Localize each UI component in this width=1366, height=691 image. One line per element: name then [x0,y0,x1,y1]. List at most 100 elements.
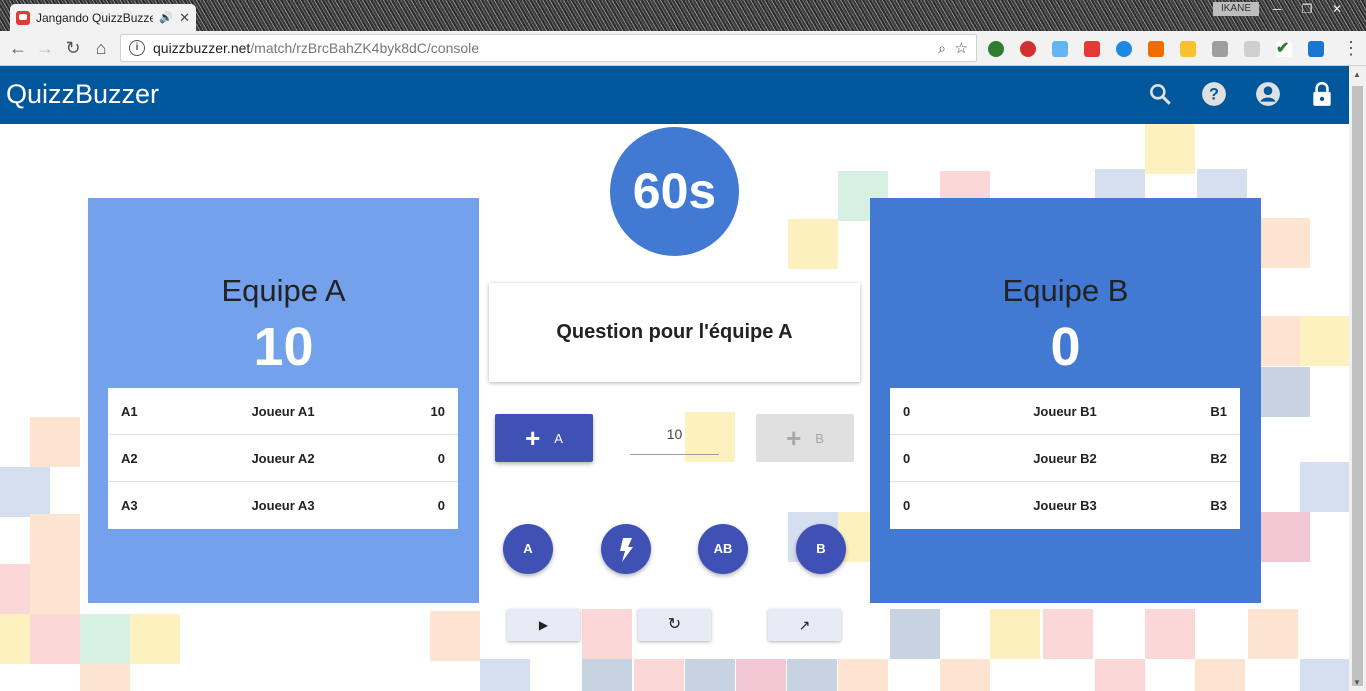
app-header: QuizzBuzzer ? [0,66,1349,124]
question-text: Question pour l'équipe A [556,321,793,343]
bg-tile [1195,659,1245,691]
player-points: 0 [903,450,911,466]
bg-tile [0,467,50,517]
team-b-name: Equipe B [1002,273,1129,308]
player-points: 0 [437,450,445,466]
bg-tile [990,609,1040,659]
forward-icon[interactable]: → [32,35,58,61]
buzz-team-a-button[interactable]: A [503,524,553,574]
lock-icon[interactable] [1309,81,1335,107]
home-icon[interactable]: ⌂ [88,35,114,61]
table-row[interactable]: A3 Joueur A3 0 [108,482,458,529]
bg-tile [1145,124,1195,174]
check-extension-icon[interactable]: ✔ [1276,41,1292,57]
table-row[interactable]: A2 Joueur A2 0 [108,435,458,482]
tab-audio-icon[interactable]: 🔊 [159,11,173,24]
profile-badge[interactable]: IKANE [1213,2,1259,16]
bg-tile [1095,659,1145,691]
player-points: 0 [903,498,911,513]
bg-tile [1260,512,1310,562]
scroll-up-icon[interactable]: ▲ [1353,70,1361,79]
scrollbar-thumb[interactable] [1352,86,1363,686]
buzz-team-b-button[interactable]: B [796,524,846,574]
record-extension-icon[interactable] [1084,41,1100,57]
minimize-icon[interactable]: ─ [1262,0,1292,18]
bookmark-star-icon[interactable]: ☆ [955,39,968,57]
bg-tile [1300,659,1349,691]
reload-icon[interactable]: ↻ [60,35,86,61]
table-row[interactable]: A1 Joueur A1 10 [108,388,458,435]
address-bar[interactable]: i quizzbuzzer.net/match/rzBrcBahZK4byk8d… [120,34,977,62]
bg-tile [787,659,837,691]
bg-tile [634,659,684,691]
window-titlebar: Jangando QuizzBuzzer 🔊 ✕ IKANE ─ ❐ ✕ [0,0,1366,31]
open-external-button[interactable]: ↗ [768,609,841,641]
bg-tile [1248,609,1298,659]
help-icon[interactable]: ? [1201,81,1227,107]
bg-tile [1043,609,1093,659]
password-extension-icon[interactable] [1180,41,1196,57]
account-icon[interactable] [1255,81,1281,107]
team-b-players-table: 0 Joueur B1 B1 0 Joueur B2 B2 0 Joueur B… [890,388,1240,529]
page-scrollbar[interactable]: ▲ ▼ [1349,66,1366,691]
extension-green-icon[interactable] [988,41,1004,57]
player-points: 0 [437,498,445,513]
bg-tile [1260,218,1310,268]
bg-tile [582,609,632,659]
bg-tile [80,614,130,664]
s-extension-icon[interactable] [1308,41,1324,57]
bg-tile [685,659,735,691]
console-content: Equipe A 10 A1 Joueur A1 10 A2 Joueur A2… [0,124,1349,691]
tab-close-icon[interactable]: ✕ [179,10,190,26]
close-window-icon[interactable]: ✕ [1322,0,1352,18]
player-code: B3 [1210,498,1227,513]
team-a-name: Equipe A [221,273,346,308]
bg-tile [480,659,530,691]
site-info-icon[interactable]: i [129,40,145,56]
plus-icon: + [786,422,802,453]
team-b-panel: Equipe B 0 0 Joueur B1 B1 0 Joueur B2 B2… [870,198,1261,603]
table-row[interactable]: 0 Joueur B3 B3 [890,482,1240,529]
bg-tile [582,659,632,691]
eye-extension-icon[interactable] [1116,41,1132,57]
add-points-team-a-button[interactable]: + A [495,414,593,462]
gitlab-icon[interactable] [1148,41,1164,57]
add-points-team-b-button[interactable]: + B [756,414,854,462]
buzz-all-button[interactable] [601,524,651,574]
points-input[interactable]: 10 [630,424,719,455]
team-a-players-table: A1 Joueur A1 10 A2 Joueur A2 0 A3 Joueur… [108,388,458,529]
player-code: B2 [1210,450,1227,466]
eyedropper-icon[interactable] [1212,41,1228,57]
table-row[interactable]: 0 Joueur B2 B2 [890,435,1240,482]
url-path: /match/rzBrcBahZK4byk8dC/console [250,40,480,56]
chat-extension-icon[interactable] [1244,41,1260,57]
player-points: 10 [430,403,445,419]
bg-tile [130,614,180,664]
tab-title: Jangando QuizzBuzzer [36,10,154,25]
question-card: Question pour l'équipe A [489,283,860,382]
reset-button[interactable]: ↻ [638,609,711,641]
back-icon[interactable]: ← [5,35,31,61]
browser-menu-icon[interactable]: ⋮ [1342,37,1360,59]
zoom-icon[interactable]: ⌕ [938,40,946,57]
app-brand[interactable]: QuizzBuzzer [6,79,159,110]
bg-tile [736,659,786,691]
bg-tile [1300,462,1349,512]
player-code: A3 [121,498,138,513]
browser-tab[interactable]: Jangando QuizzBuzzer 🔊 ✕ [10,4,196,31]
svg-text:?: ? [1209,85,1219,103]
adblock-icon[interactable] [1020,41,1036,57]
table-row[interactable]: 0 Joueur B1 B1 [890,388,1240,435]
cloud-extension-icon[interactable] [1052,41,1068,57]
player-code: A1 [121,403,138,419]
search-icon[interactable] [1147,81,1173,107]
play-button[interactable]: ▶ [507,609,580,641]
team-a-score: 10 [253,317,314,377]
player-points: 0 [903,403,911,419]
bg-tile [1145,609,1195,659]
team-b-score: 0 [1050,317,1081,377]
scroll-down-icon[interactable]: ▼ [1353,678,1361,687]
restore-icon[interactable]: ❐ [1292,0,1322,18]
buzz-team-ab-button[interactable]: AB [698,524,748,574]
player-name: Joueur B2 [1033,450,1097,466]
